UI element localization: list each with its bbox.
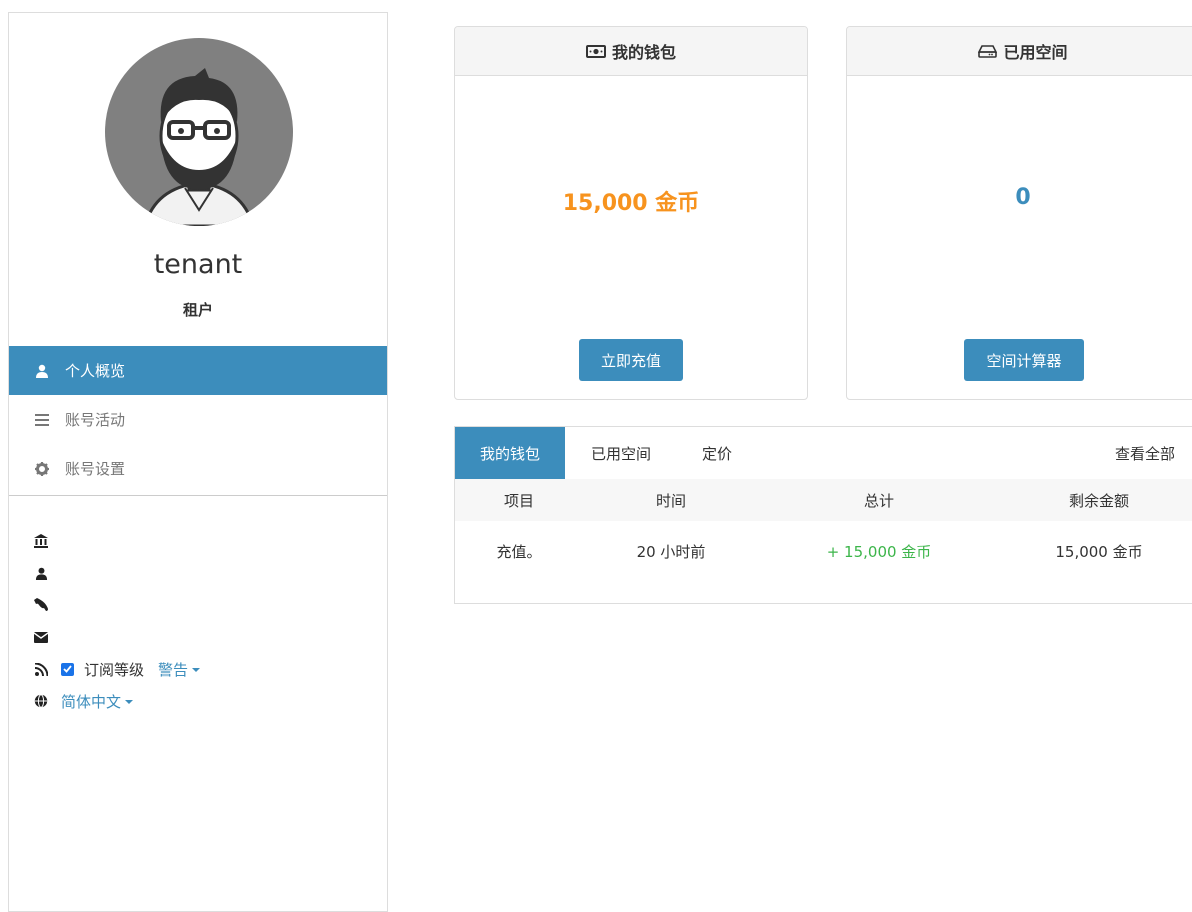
globe-icon [33,694,49,708]
envelope-icon [33,631,49,643]
wallet-card: 我的钱包 15,000 金币 立即充值 [454,26,808,400]
wallet-balance: 15,000 金币 [562,191,700,216]
user-icon [33,567,49,580]
nav-item-label: 账号活动 [65,411,126,429]
table-cell-total: + 15,000 金币 [826,542,932,561]
view-all-link[interactable]: 查看全部 [1095,427,1192,479]
column-header: 剩余金额 [1068,491,1130,510]
subscribe-label: 订阅等级 [84,660,145,679]
avatar [105,38,293,226]
space-calculator-button[interactable]: 空间计算器 [964,339,1084,381]
transactions-panel: 我的钱包 已用空间 定价 查看全部 项目 时间 总计 剩余金额 充值。 20 小… [454,426,1192,604]
phone-icon [33,598,49,612]
caret-down-icon [192,668,201,672]
table-cell-time: 20 小时前 [636,542,706,561]
wallet-card-title: 我的钱包 [611,43,676,62]
list-icon [33,413,51,426]
nav-item-label: 个人概览 [65,362,126,380]
column-header: 总计 [863,491,895,510]
divider [9,495,387,496]
tab-storage[interactable]: 已用空间 [579,427,663,479]
subscribe-checkbox[interactable] [61,662,74,676]
profile-sidebar: tenant 租户 个人概览 账号活动 账号设置 订阅等级 警告 简体中文 [8,12,388,912]
gear-icon [33,461,51,476]
nav-item-overview[interactable]: 个人概览 [9,346,387,395]
storage-card: 已用空间 0 空间计算器 [846,26,1192,400]
tab-pricing[interactable]: 定价 [687,427,747,479]
subscribe-level-value: 警告 [158,660,189,679]
organization-row [33,525,200,557]
bank-icon [33,534,49,548]
panel-tabs: 我的钱包 已用空间 定价 查看全部 [455,427,1192,480]
language-row: 简体中文 [33,685,200,717]
table-header: 项目 时间 总计 剩余金额 [455,479,1192,521]
nav-item-label: 账号设置 [65,460,126,478]
table-row: 充值。 20 小时前 + 15,000 金币 15,000 金币 [455,521,1192,581]
nav-item-settings[interactable]: 账号设置 [9,444,387,493]
language-dropdown[interactable]: 简体中文 [61,691,134,712]
contact-name-row [33,557,200,589]
storage-used-value: 0 [1015,185,1031,210]
subscribe-level-dropdown[interactable]: 警告 [158,659,201,680]
language-value: 简体中文 [61,692,122,711]
table-cell-balance: 15,000 金币 [1055,542,1143,561]
column-header: 时间 [655,491,687,510]
caret-down-icon [125,700,134,704]
sidebar-nav: 个人概览 账号活动 账号设置 [9,346,387,493]
username: tenant [153,249,243,280]
column-header: 项目 [503,491,535,510]
storage-card-header: 已用空间 [847,27,1192,76]
table-cell-item: 充值。 [496,542,542,561]
hard-drive-icon [978,44,998,58]
rss-icon [33,662,49,676]
user-icon [33,364,51,378]
money-icon [585,44,606,58]
recharge-button[interactable]: 立即充值 [579,339,683,381]
subscription-row: 订阅等级 警告 [33,653,201,685]
tab-wallet[interactable]: 我的钱包 [455,427,565,479]
avatar-illustration-icon [143,68,255,226]
account-info: 订阅等级 警告 简体中文 [33,525,201,717]
email-row [33,621,200,653]
nav-item-activity[interactable]: 账号活动 [9,395,387,444]
phone-row [33,589,200,621]
wallet-card-header: 我的钱包 [455,27,807,76]
storage-card-title: 已用空间 [1003,43,1068,62]
user-role: 租户 [182,301,213,319]
